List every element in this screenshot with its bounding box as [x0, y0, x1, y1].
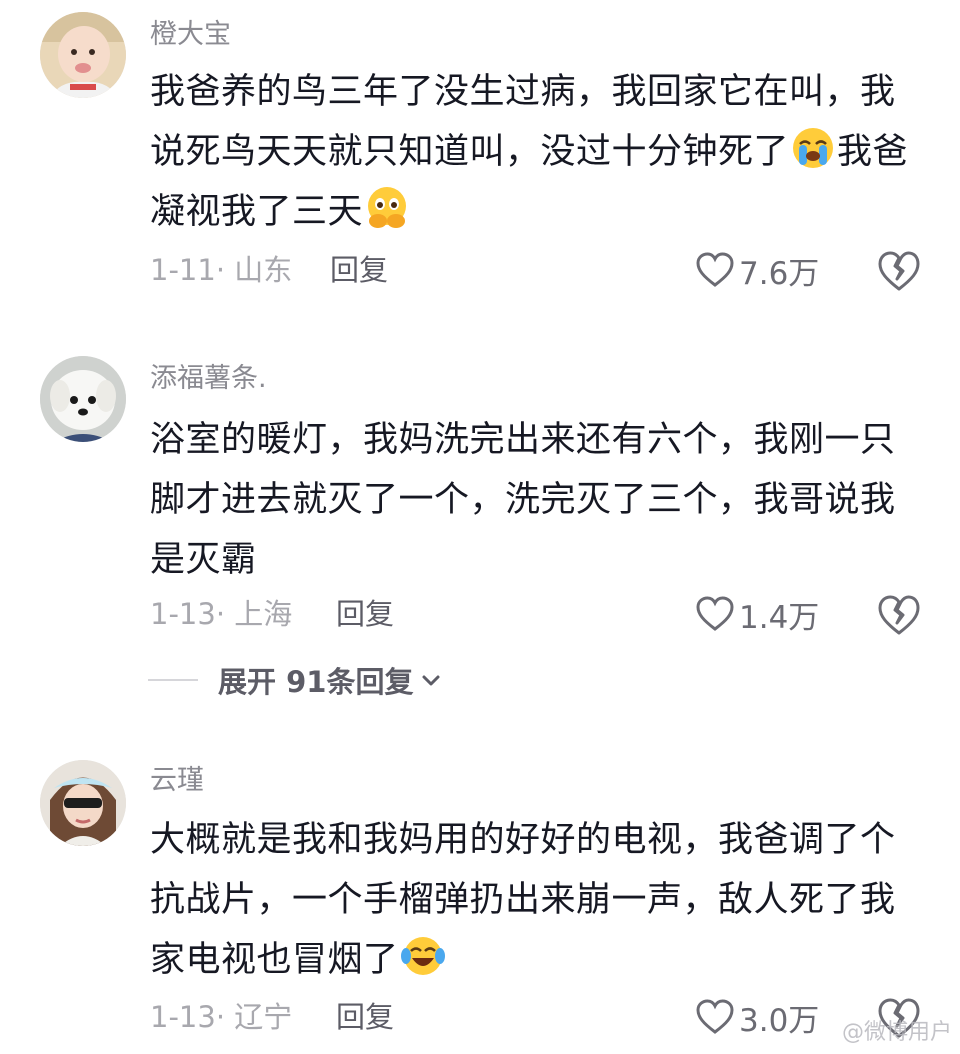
comment-text-part: 我爸养的鸟三年了没生过病，我回家它在叫，我说死鸟天天就只知道叫，没过十分钟死了	[150, 72, 896, 172]
date-location: 1-13· 上海	[150, 597, 293, 631]
like-button[interactable]: 1.4万	[695, 592, 819, 636]
like-count: 7.6万	[739, 255, 820, 292]
comment-text-part: 大概就是我和我妈用的好好的电视，我爸调了个抗战片，一个手榴弹扔出来崩一声，敌人死…	[150, 820, 896, 980]
expand-replies-button[interactable]: 展开 91条回复	[148, 658, 443, 702]
expand-replies-label: 展开 91条回复	[218, 665, 414, 699]
username[interactable]: 橙大宝	[150, 17, 231, 53]
username[interactable]: 云瑾	[150, 763, 204, 799]
broken-heart-icon[interactable]	[876, 593, 922, 637]
avatar[interactable]	[40, 760, 126, 846]
broken-heart-icon[interactable]	[876, 249, 922, 293]
heart-icon	[696, 252, 734, 287]
reply-button[interactable]: 回复	[336, 594, 394, 634]
like-count: 1.4万	[739, 599, 820, 636]
divider-line	[148, 679, 198, 681]
heart-icon	[696, 999, 734, 1034]
comment-text: 我爸养的鸟三年了没生过病，我回家它在叫，我说死鸟天天就只知道叫，没过十分钟死了 …	[150, 62, 920, 242]
watermark: @微博用户	[841, 1020, 952, 1045]
avatar[interactable]	[40, 12, 126, 98]
heart-icon	[696, 596, 734, 631]
comment-text: 浴室的暖灯，我妈洗完出来还有六个，我刚一只脚才进去就灭了一个，洗完灭了三个，我哥…	[150, 420, 896, 580]
loudly-crying-face-icon	[793, 128, 834, 168]
comment-text: 大概就是我和我妈用的好好的电视，我爸调了个抗战片，一个手榴弹扔出来崩一声，敌人死…	[150, 810, 920, 990]
face-with-tears-of-joy-icon	[400, 937, 445, 975]
like-button[interactable]: 7.6万	[695, 248, 819, 292]
reply-button[interactable]: 回复	[336, 997, 394, 1037]
avatar[interactable]	[40, 356, 126, 442]
date-location: 1-13· 辽宁	[150, 1000, 293, 1034]
chevron-down-icon	[422, 675, 440, 686]
like-button[interactable]: 3.0万	[695, 995, 819, 1039]
username[interactable]: 添福薯条.	[150, 361, 267, 397]
like-count: 3.0万	[739, 1002, 820, 1039]
reply-button[interactable]: 回复	[330, 250, 388, 290]
face-holding-back-tears-icon	[368, 187, 407, 228]
date-location: 1-11· 山东	[150, 253, 293, 287]
